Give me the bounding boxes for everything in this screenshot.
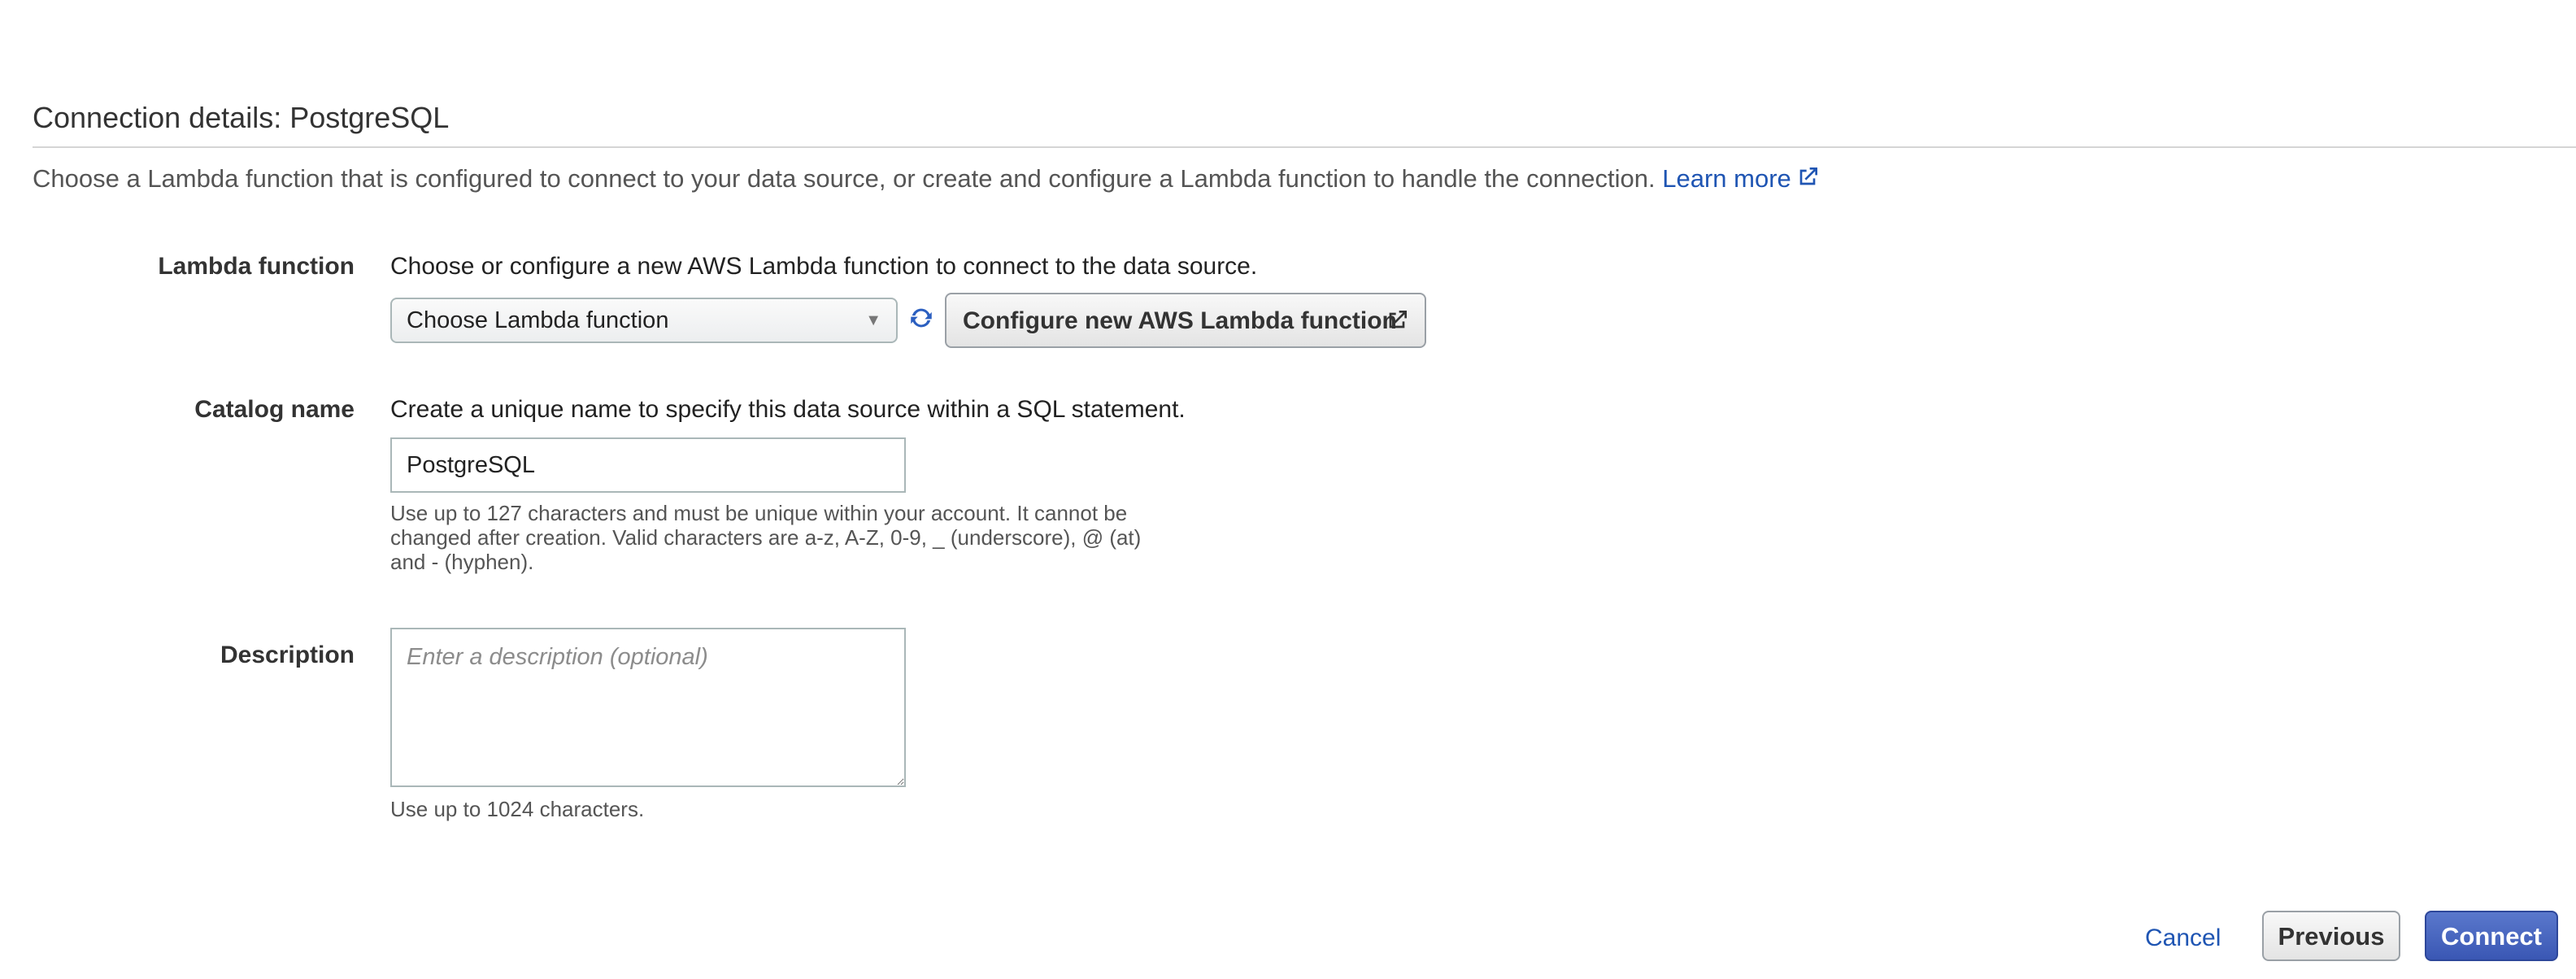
section-title: Connection details: PostgreSQL xyxy=(33,101,450,134)
learn-more-link[interactable]: Learn more xyxy=(1662,164,1821,193)
description-hint: Use up to 1024 characters. xyxy=(390,797,645,821)
connect-button[interactable]: Connect xyxy=(2425,911,2558,961)
title-divider xyxy=(33,146,2576,148)
learn-more-label: Learn more xyxy=(1662,164,1791,193)
description-label: Description xyxy=(220,642,355,668)
lambda-function-select[interactable]: Choose Lambda function ▼ xyxy=(390,298,898,343)
lambda-function-help: Choose or configure a new AWS Lambda fun… xyxy=(390,253,1258,280)
configure-lambda-button[interactable]: Configure new AWS Lambda function xyxy=(945,293,1426,348)
catalog-name-hint-line-3: and - (hyphen). xyxy=(390,550,534,574)
cancel-link[interactable]: Cancel xyxy=(2145,924,2221,953)
description-textarea[interactable] xyxy=(390,628,906,787)
catalog-name-label: Catalog name xyxy=(194,396,355,423)
configure-lambda-label: Configure new AWS Lambda function xyxy=(963,307,1397,334)
catalog-name-input[interactable] xyxy=(390,437,906,493)
connection-details-page: Connection details: PostgreSQL Choose a … xyxy=(0,0,2576,979)
lambda-function-label: Lambda function xyxy=(158,253,355,280)
catalog-name-hint-line-1: Use up to 127 characters and must be uni… xyxy=(390,501,1128,525)
catalog-name-help: Create a unique name to specify this dat… xyxy=(390,396,1186,423)
catalog-name-hint-line-2: changed after creation. Valid characters… xyxy=(390,525,1142,550)
intro-text: Choose a Lambda function that is configu… xyxy=(33,161,1821,197)
external-link-icon xyxy=(1799,168,1817,185)
lambda-function-select-value: Choose Lambda function xyxy=(407,307,669,333)
intro-description: Choose a Lambda function that is configu… xyxy=(33,164,1663,193)
previous-button[interactable]: Previous xyxy=(2262,911,2400,961)
refresh-icon[interactable] xyxy=(907,304,935,332)
external-link-icon xyxy=(1389,311,1407,329)
caret-down-icon: ▼ xyxy=(865,311,881,329)
